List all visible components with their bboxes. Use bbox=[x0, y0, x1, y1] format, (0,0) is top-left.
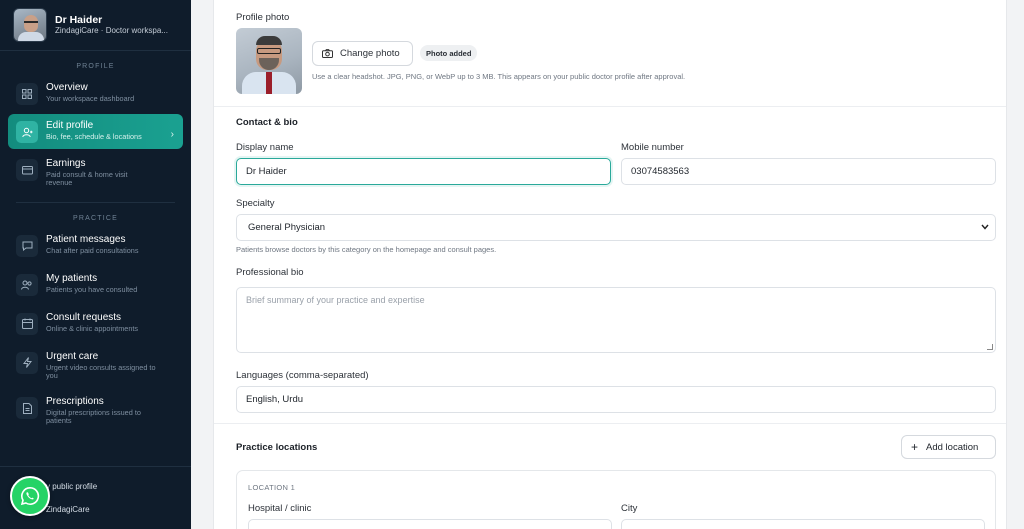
grid-icon bbox=[16, 83, 38, 105]
profile-photo-label: Profile photo bbox=[236, 12, 290, 23]
user-name: Dr Haider bbox=[55, 14, 103, 27]
sidebar-item-desc: Urgent video consults assigned to you bbox=[46, 362, 156, 380]
plus-icon: + bbox=[911, 440, 919, 454]
sidebar-item-desc: Bio, fee, schedule & locations bbox=[46, 132, 142, 142]
user-workspace: ZindagiCare · Doctor workspa... bbox=[55, 26, 168, 36]
sidebar-item-label: Patient messages bbox=[46, 233, 126, 245]
hospital-clinic-field[interactable] bbox=[248, 519, 612, 529]
sidebar-item-label: Earnings bbox=[46, 158, 86, 169]
document-icon bbox=[16, 397, 38, 420]
city-label: City bbox=[621, 503, 638, 514]
specialty-select[interactable]: General Physician bbox=[236, 214, 996, 241]
sidebar-item-my-patients[interactable]: My patients Patients you have consulted bbox=[8, 267, 183, 302]
contact-bio-heading: Contact & bio bbox=[236, 117, 298, 128]
sidebar-item-desc: Patients you have consulted bbox=[46, 284, 138, 294]
mobile-number-label: Mobile number bbox=[621, 142, 684, 153]
location-title: LOCATION 1 bbox=[248, 483, 296, 492]
sidebar-item-label: Consult requests bbox=[46, 311, 122, 323]
sidebar-item-desc: Digital prescriptions issued to patients bbox=[46, 408, 141, 426]
sidebar-item-label: Prescriptions bbox=[46, 396, 104, 408]
sidebar-item-desc: Paid consult & home visit revenue bbox=[46, 170, 128, 188]
sidebar-item-edit-profile[interactable]: Edit profile Bio, fee, schedule & locatio… bbox=[8, 114, 183, 149]
wallet-icon bbox=[16, 159, 38, 181]
sidebar-divider bbox=[16, 201, 175, 203]
sidebar-item-label: My patients bbox=[46, 272, 98, 284]
display-name-label: Display name bbox=[236, 142, 294, 153]
sidebar: Dr Haider ZindagiCare · Doctor workspa..… bbox=[0, 0, 191, 529]
specialty-label: Specialty bbox=[236, 198, 275, 209]
divider bbox=[214, 423, 1006, 424]
sidebar-item-prescriptions[interactable]: Prescriptions Digital prescriptions issue… bbox=[8, 390, 183, 432]
resize-handle-icon[interactable] bbox=[987, 344, 993, 350]
chevron-right-icon: › bbox=[170, 129, 174, 140]
view-public-profile-link[interactable]: y public profile bbox=[46, 482, 97, 491]
add-location-label: Add location bbox=[926, 441, 979, 453]
sidebar-item-label: Overview bbox=[46, 82, 88, 93]
sidebar-item-earnings[interactable]: Earnings Paid consult & home visit revenu… bbox=[8, 152, 183, 194]
specialty-hint: Patients browse doctors by this category… bbox=[236, 245, 497, 254]
hospital-clinic-label: Hospital / clinic bbox=[248, 503, 312, 514]
edit-profile-form: Profile photo Change photo Photo added U… bbox=[213, 0, 1007, 529]
languages-field[interactable]: English, Urdu bbox=[236, 386, 996, 413]
practice-locations-heading: Practice locations bbox=[236, 442, 318, 453]
section-label-practice: PRACTICE bbox=[73, 214, 118, 222]
languages-label: Languages (comma-separated) bbox=[236, 370, 369, 381]
location-card: LOCATION 1 Hospital / clinic City bbox=[236, 470, 996, 529]
city-field[interactable] bbox=[621, 519, 985, 529]
mobile-number-field[interactable]: 03074583563 bbox=[621, 158, 996, 185]
users-icon bbox=[16, 273, 38, 296]
sidebar-item-label: Urgent care bbox=[46, 350, 99, 362]
bolt-icon bbox=[16, 351, 38, 374]
chat-icon bbox=[16, 234, 38, 257]
change-photo-button[interactable]: Change photo bbox=[312, 41, 413, 66]
sidebar-item-consult-requests[interactable]: Consult requests Online & clinic appointm… bbox=[8, 306, 183, 341]
sidebar-item-label: Edit profile bbox=[46, 120, 94, 131]
photo-hint: Use a clear headshot. JPG, PNG, or WebP … bbox=[312, 72, 686, 81]
sidebar-item-desc: Chat after paid consultations bbox=[46, 245, 139, 255]
sidebar-item-urgent-care[interactable]: Urgent care Urgent video consults assigne… bbox=[8, 345, 183, 387]
whatsapp-chat-button[interactable] bbox=[10, 476, 50, 516]
divider bbox=[214, 106, 1006, 107]
sidebar-item-desc: Your workspace dashboard bbox=[46, 94, 135, 104]
zindagicare-link[interactable]: ZindagiCare bbox=[46, 505, 90, 514]
profile-photo bbox=[236, 28, 302, 94]
whatsapp-icon bbox=[20, 486, 40, 506]
chevron-down-icon bbox=[981, 223, 989, 232]
camera-icon bbox=[322, 49, 333, 58]
main-content: Profile photo Change photo Photo added U… bbox=[191, 0, 1024, 529]
professional-bio-textarea[interactable]: Brief summary of your practice and exper… bbox=[236, 287, 996, 353]
calendar-icon bbox=[16, 312, 38, 335]
section-label-profile: PROFILE bbox=[76, 63, 115, 70]
specialty-value: General Physician bbox=[248, 222, 326, 233]
sidebar-item-patient-messages[interactable]: Patient messages Chat after paid consulta… bbox=[8, 228, 183, 263]
display-name-field[interactable]: Dr Haider bbox=[236, 158, 611, 185]
sidebar-header: Dr Haider ZindagiCare · Doctor workspa..… bbox=[0, 0, 191, 51]
add-location-button[interactable]: + Add location bbox=[901, 435, 996, 459]
sidebar-item-overview[interactable]: Overview Your workspace dashboard bbox=[8, 76, 183, 111]
change-photo-label: Change photo bbox=[340, 48, 400, 59]
bio-placeholder: Brief summary of your practice and exper… bbox=[246, 295, 425, 305]
sidebar-item-desc: Online & clinic appointments bbox=[46, 323, 139, 333]
avatar[interactable] bbox=[13, 8, 47, 42]
status-badge: Photo added bbox=[420, 45, 478, 61]
user-edit-icon bbox=[16, 121, 38, 143]
professional-bio-label: Professional bio bbox=[236, 267, 304, 278]
